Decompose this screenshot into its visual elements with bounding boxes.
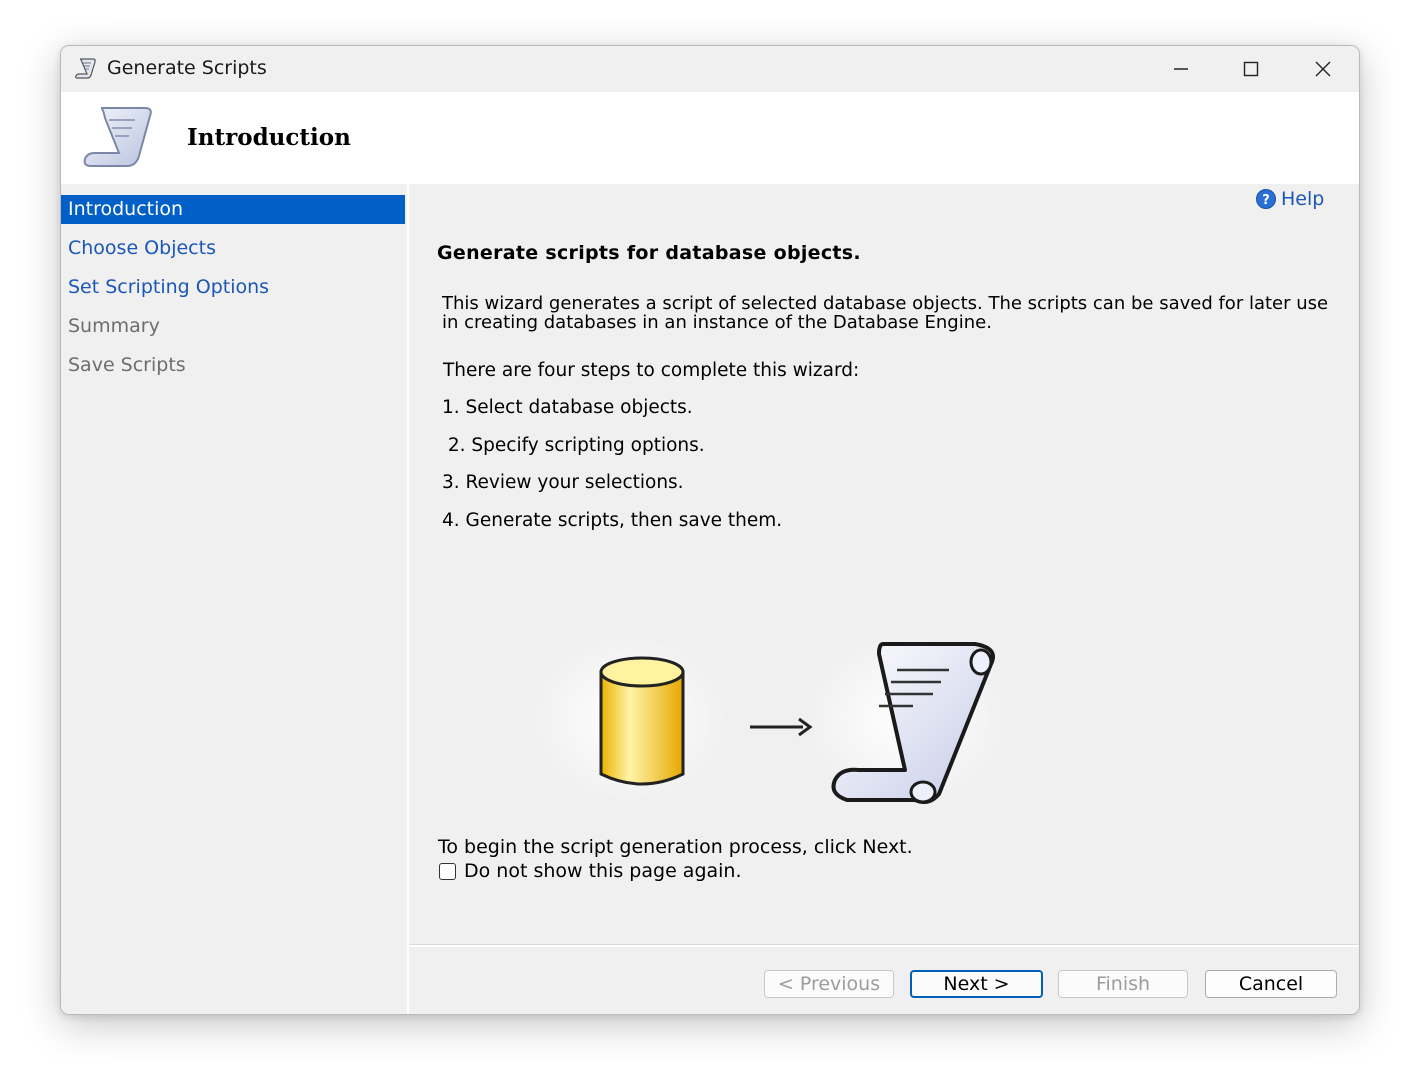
footer-divider (409, 944, 1359, 947)
database-icon (599, 656, 685, 786)
do-not-show-checkbox[interactable] (439, 862, 456, 880)
nav-item-set-scripting-options[interactable]: Set Scripting Options (61, 273, 405, 302)
title-bar[interactable]: Generate Scripts (61, 46, 1359, 92)
intro-description: This wizard generates a script of select… (442, 293, 1329, 333)
previous-button[interactable]: < Previous (764, 970, 894, 998)
page-title: Introduction (187, 124, 351, 151)
steps-intro: There are four steps to complete this wi… (443, 360, 860, 381)
next-button[interactable]: Next > (910, 970, 1043, 998)
maximize-button[interactable] (1223, 52, 1279, 86)
begin-instruction: To begin the script generation process, … (438, 836, 913, 858)
nav-item-save-scripts: Save Scripts (68, 354, 186, 376)
header-banner: Introduction (61, 92, 1359, 184)
finish-button[interactable]: Finish (1058, 970, 1188, 998)
help-link[interactable]: ? Help (1255, 188, 1324, 210)
help-icon: ? (1256, 189, 1276, 209)
do-not-show-option[interactable]: Do not show this page again. (439, 860, 742, 882)
maximize-icon (1243, 61, 1259, 77)
database-to-script-illustration (529, 634, 1009, 804)
do-not-show-label[interactable]: Do not show this page again. (464, 860, 742, 882)
arrow-right-icon (750, 717, 813, 737)
window-title: Generate Scripts (107, 57, 267, 79)
close-button[interactable] (1295, 52, 1351, 86)
step-item: 2. Specify scripting options. (442, 435, 705, 456)
svg-text:?: ? (1262, 193, 1270, 208)
nav-item-summary: Summary (68, 315, 160, 337)
nav-item-introduction[interactable]: Introduction (61, 195, 405, 224)
minimize-icon (1174, 68, 1188, 70)
step-item: 4. Generate scripts, then save them. (442, 510, 783, 531)
intro-heading: Generate scripts for database objects. (437, 242, 861, 264)
close-icon (1315, 61, 1331, 77)
step-item: 3. Review your selections. (442, 472, 684, 493)
scroll-icon (75, 58, 96, 79)
help-label[interactable]: Help (1281, 188, 1324, 210)
generate-scripts-window: Generate Scripts Introduction Introducti… (60, 45, 1360, 1015)
content-pane: ? Help Generate scripts for database obj… (409, 184, 1359, 1014)
wizard-step-list: Introduction Choose Objects Set Scriptin… (61, 184, 409, 1014)
nav-item-choose-objects[interactable]: Choose Objects (61, 234, 405, 263)
minimize-button[interactable] (1153, 52, 1209, 86)
scroll-icon (83, 107, 152, 167)
cancel-button[interactable]: Cancel (1205, 970, 1337, 998)
step-item: 1. Select database objects. (442, 397, 693, 418)
